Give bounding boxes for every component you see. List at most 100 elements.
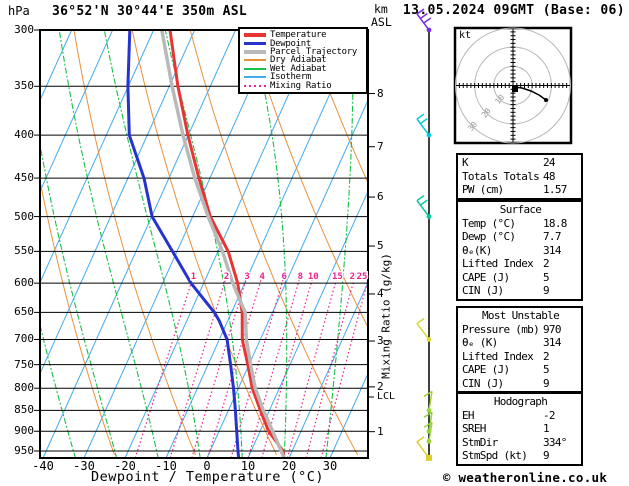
pressure-tick-label: 400 bbox=[14, 128, 34, 142]
run-date-label: 13.05.2024 09GMT (Base: 06) bbox=[402, 3, 625, 18]
mixing-ratio-label: 25 bbox=[357, 272, 368, 282]
table-row: PW (cm) 1.57 bbox=[462, 183, 579, 197]
temp-tick-label: 10 bbox=[240, 459, 256, 473]
table-row-label: Lifted Index bbox=[462, 349, 534, 363]
km-tick-label: 4 bbox=[377, 286, 384, 300]
wet-adiabat-line bbox=[40, 141, 118, 458]
table-row: Temp (°C) 18.8 bbox=[462, 217, 579, 231]
legend-item: Mixing Ratio bbox=[242, 81, 366, 91]
temp-tick-label: 30 bbox=[322, 459, 338, 473]
wet-adiabat-line bbox=[58, 30, 159, 458]
legend-swatch-thick bbox=[244, 41, 266, 46]
table-row-value: -2 bbox=[543, 408, 556, 422]
dry-adiabat-line bbox=[73, 30, 196, 455]
table-row-label: StmDir bbox=[462, 435, 498, 449]
pressure-tick-label: 500 bbox=[14, 209, 34, 223]
isotherm-line bbox=[42, 30, 237, 458]
table-row-label: Dewp (°C) bbox=[462, 230, 516, 243]
table-row-label: Pressure (mb) bbox=[462, 322, 540, 336]
table-header: Most Unstable bbox=[482, 309, 560, 322]
mixing-ratio-label: 10 bbox=[308, 272, 319, 282]
pressure-tick-label: 450 bbox=[14, 171, 34, 185]
table-row-label: CIN (J) bbox=[462, 376, 504, 390]
asl-axis-unit: ASL bbox=[371, 15, 392, 29]
temp-tick-label: 20 bbox=[281, 459, 297, 473]
table-row-value: 48 bbox=[543, 169, 556, 183]
temp-tick-label: -10 bbox=[155, 459, 177, 473]
pressure-tick-label: 300 bbox=[14, 22, 34, 36]
table-row-label: PW (cm) bbox=[462, 183, 504, 196]
mixing-ratio-label: 8 bbox=[298, 272, 303, 282]
temp-tick-label: 0 bbox=[203, 459, 211, 473]
table-header: Surface bbox=[499, 203, 542, 216]
km-tick-label: 7 bbox=[377, 139, 384, 153]
legend-swatch-dotted bbox=[244, 84, 266, 87]
table-row: CIN (J) 9 bbox=[462, 377, 579, 391]
pressure-tick-label: 550 bbox=[14, 244, 34, 258]
mixing-ratio-axis-title: Mixing Ratio (g/kg) bbox=[379, 253, 393, 379]
table-row-label: K bbox=[462, 156, 469, 169]
table-row: θₑ(K) 314 bbox=[462, 244, 579, 258]
table-row-label: CAPE (J) bbox=[462, 363, 510, 376]
table-row-value: 9 bbox=[543, 449, 550, 462]
pressure-tick-label: 850 bbox=[14, 403, 34, 417]
pressure-tick-label: 700 bbox=[14, 332, 34, 346]
table-row-value: 1 bbox=[543, 422, 550, 435]
table-row: CIN (J) 9 bbox=[462, 284, 579, 298]
table-row: EH -2 bbox=[462, 409, 579, 423]
table-row-value: 2 bbox=[543, 257, 550, 270]
table-row: θₑ (K) 314 bbox=[462, 336, 579, 350]
mixing-ratio-line bbox=[320, 277, 368, 458]
pressure-tick-label: 900 bbox=[14, 424, 34, 438]
wet-adiabat-line bbox=[103, 30, 201, 458]
mixing-ratio-label: 15 bbox=[332, 272, 343, 282]
temp-tick-label: -40 bbox=[32, 459, 54, 473]
table-row-label: EH bbox=[462, 408, 475, 422]
table-row-label: Lifted Index bbox=[462, 257, 534, 270]
legend-swatch-thick bbox=[244, 33, 266, 37]
temp-tick-label: -20 bbox=[114, 459, 136, 473]
legend-swatch-thin bbox=[244, 76, 266, 79]
legend-swatch-thick bbox=[244, 50, 266, 54]
table-row-label: StmSpd (kt) bbox=[462, 449, 528, 462]
km-tick-label: 2 bbox=[377, 379, 384, 393]
isotherm-line bbox=[206, 99, 368, 458]
legend-swatch-thin bbox=[244, 67, 266, 70]
mixing-ratio-line bbox=[169, 273, 228, 458]
mixing-ratio-line bbox=[247, 273, 302, 458]
table-row-value: 2 bbox=[543, 349, 550, 363]
hodograph-trace-end bbox=[544, 98, 548, 102]
km-tick-label: 5 bbox=[377, 239, 384, 253]
table-row-label: θₑ(K) bbox=[462, 243, 492, 257]
km-tick-label: 6 bbox=[377, 190, 384, 204]
temperature-curve bbox=[168, 30, 286, 458]
dewpoint-curve bbox=[126, 30, 241, 458]
table-row: K 24 bbox=[462, 156, 579, 170]
km-tick-label: 3 bbox=[377, 334, 384, 348]
copyright: © weatheronline.co.uk bbox=[442, 470, 608, 485]
table-row-value: 9 bbox=[543, 376, 550, 390]
pressure-axis-unit: hPa bbox=[8, 4, 30, 18]
pressure-tick-label: 650 bbox=[14, 305, 34, 319]
wet-adiabat-line bbox=[164, 30, 243, 458]
table-row-label: θₑ (K) bbox=[462, 336, 498, 349]
table-row: CAPE (J) 5 bbox=[462, 271, 579, 285]
table-row: Dewp (°C) 7.7 bbox=[462, 230, 579, 244]
storm-motion-marker bbox=[512, 86, 518, 92]
hodograph: 102030 bbox=[453, 26, 573, 145]
table-row-value: 9 bbox=[543, 284, 550, 297]
table-row-value: 1.57 bbox=[543, 183, 567, 196]
table-row-label: Totals Totals bbox=[462, 169, 540, 183]
table-row-label: CIN (J) bbox=[462, 284, 504, 297]
table-header: Hodograph bbox=[493, 395, 548, 408]
table-row-value: 970 bbox=[543, 322, 561, 336]
table-row-value: 314 bbox=[543, 243, 561, 257]
sounding-curves bbox=[126, 30, 286, 458]
table-row-value: 7.7 bbox=[543, 230, 561, 243]
index-table-stability: K 24 Totals Totals 48 PW (cm) 1.57 bbox=[456, 153, 583, 200]
table-row-value: 314 bbox=[543, 336, 561, 349]
pressure-tick-label: 350 bbox=[14, 79, 34, 93]
plot-border bbox=[39, 29, 369, 459]
isotherm-line bbox=[165, 30, 360, 458]
pressure-tick-label: 750 bbox=[14, 357, 34, 371]
